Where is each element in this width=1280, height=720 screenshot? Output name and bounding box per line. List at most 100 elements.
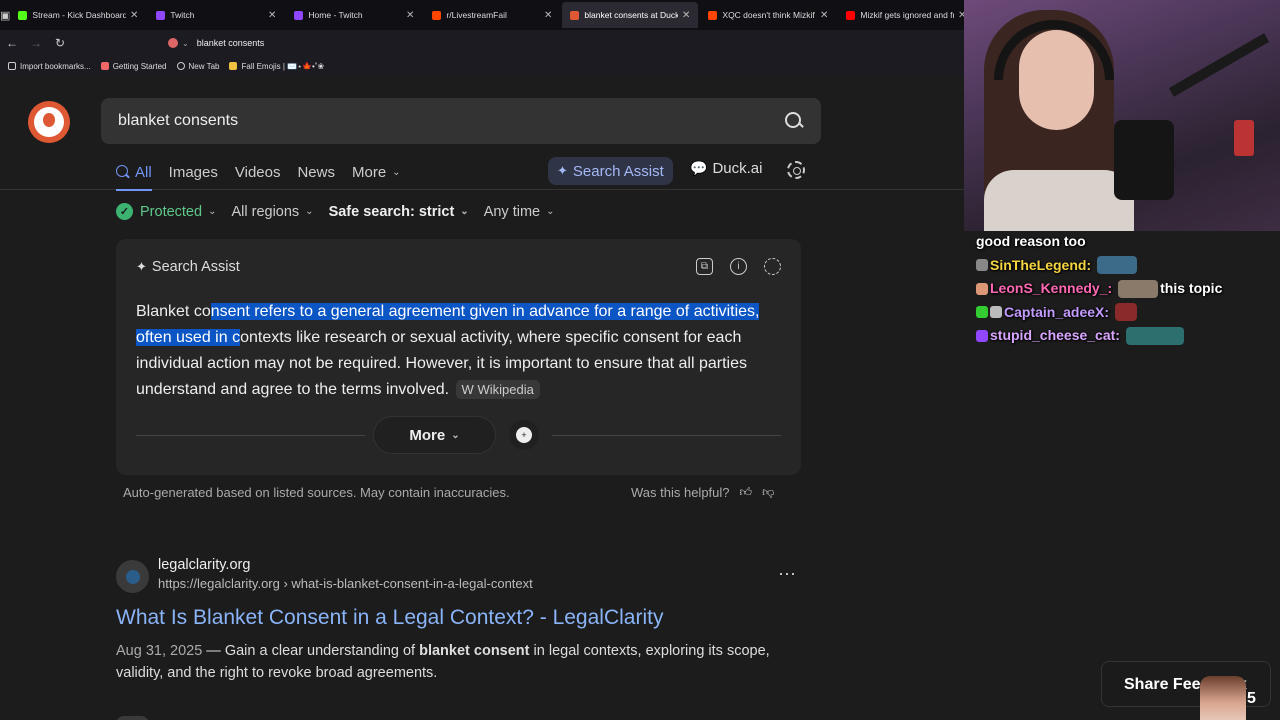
reload-icon[interactable]: ↻ — [48, 36, 72, 50]
search-box[interactable] — [101, 98, 821, 144]
snippet-bold: blanket consent — [419, 643, 530, 659]
chat-username: SinTheLegend: — [990, 256, 1092, 273]
tab-label: Images — [168, 163, 218, 181]
search-assist-label: Search Assist — [572, 162, 664, 180]
next-result-favicon-icon — [116, 716, 149, 720]
tab-videos[interactable]: Videos — [235, 160, 281, 184]
screen: ▣ Stream - Kick Dashboard ✕ Twitch ✕ Home - … — [0, 0, 1280, 720]
close-icon[interactable]: ✕ — [406, 10, 414, 21]
tab-images[interactable]: Images — [169, 160, 218, 184]
duckai-button[interactable]: 💬 Duck.ai — [690, 160, 762, 177]
duckduckgo-logo-icon[interactable] — [28, 101, 70, 143]
bookmark-import[interactable]: Import bookmarks... — [8, 62, 91, 71]
divider — [136, 435, 365, 436]
emote-icon — [1125, 326, 1184, 345]
assist-heading: ✦ Search Assist — [136, 259, 240, 275]
mic-arm — [1168, 33, 1270, 97]
result-title-link[interactable]: What Is Blanket Consent in a Legal Conte… — [116, 606, 663, 630]
region-filter[interactable]: All regions ⌄ — [231, 204, 313, 220]
tab-label: News — [297, 163, 335, 181]
assist-title: Search Assist — [151, 259, 240, 275]
search-icon[interactable] — [784, 111, 804, 131]
safe-search-filter[interactable]: Safe search: strict ⌄ — [329, 204, 469, 220]
tab-news[interactable]: News — [297, 160, 335, 184]
browser-tab[interactable]: Mizkif gets ignored and fre ✕ — [838, 2, 974, 28]
chat-message: stupid_cheese_cat: — [976, 324, 1276, 348]
chat-message: good reason too — [976, 230, 1276, 254]
result-url[interactable]: https://legalclarity.org › what-is-blank… — [158, 576, 533, 591]
result-snippet: Aug 31, 2025 — Gain a clear understandin… — [116, 643, 770, 681]
assist-chat-button[interactable]: + — [509, 420, 539, 450]
bookmark-new-tab[interactable]: New Tab — [176, 62, 219, 71]
browser-tab[interactable]: r/LivestreamFail ✕ — [424, 2, 560, 28]
microphone-icon — [1114, 120, 1174, 200]
site-favicon-icon — [116, 560, 149, 593]
close-icon[interactable]: ✕ — [268, 10, 276, 21]
assist-more-button[interactable]: More ⌄ — [373, 416, 496, 454]
background-cans — [1234, 120, 1254, 156]
close-icon[interactable]: ✕ — [820, 10, 828, 21]
address-text[interactable]: blanket consents — [197, 38, 265, 48]
site-identity-icon[interactable] — [168, 38, 178, 48]
chevron-down-icon: ⌄ — [460, 206, 469, 217]
close-icon[interactable]: ✕ — [544, 10, 552, 21]
settings-gear-icon[interactable] — [787, 161, 805, 179]
browser-tab[interactable]: Stream - Kick Dashboard ✕ — [10, 2, 146, 28]
search-header: All Images Videos News More ⌄ ✦ Search Ass… — [0, 76, 964, 191]
tab-title: XQC doesn't think Mizkif is — [722, 10, 817, 20]
back-arrow-icon[interactable]: ← — [0, 36, 24, 50]
close-icon[interactable]: ✕ — [130, 10, 138, 21]
assist-settings-icon[interactable] — [764, 258, 781, 275]
time-filter[interactable]: Any time ⌄ — [484, 204, 555, 220]
tab-title: blanket consents at DuckD — [584, 10, 679, 20]
thumbs-down-icon[interactable]: 👎︎ — [762, 485, 774, 500]
close-icon[interactable]: ✕ — [682, 10, 690, 21]
chevron-down-icon: ⌄ — [451, 429, 460, 441]
address-bar[interactable]: ⌄ blanket consents — [162, 33, 270, 53]
webcam-overlay — [964, 0, 1280, 231]
copy-icon[interactable]: ⧉ — [696, 258, 713, 275]
chevron-down-icon[interactable]: ⌄ — [182, 39, 189, 48]
forward-arrow-icon[interactable]: → — [24, 36, 48, 50]
tab-all[interactable]: All — [116, 160, 152, 191]
bookmark-fall-emojis[interactable]: Fall Emojis | ✉️⋆🍁•˚❀ — [229, 62, 324, 71]
search-input[interactable] — [118, 112, 784, 130]
bookmarks-bar: Import bookmarks... Getting Started New … — [0, 56, 964, 76]
more-options-icon[interactable]: ⋯ — [778, 564, 797, 585]
thumbs-up-icon[interactable]: 👍︎ — [740, 485, 753, 500]
browser-tab[interactable]: Twitch ✕ — [148, 2, 284, 28]
browser-tab[interactable]: blanket consents at DuckD ✕ — [562, 2, 699, 28]
info-icon[interactable]: i — [730, 258, 747, 275]
sparkle-icon: ✦ — [557, 163, 568, 178]
search-assist-button[interactable]: ✦ Search Assist — [548, 157, 673, 185]
result-date: Aug 31, 2025 — [116, 643, 203, 659]
protection-filter[interactable]: ✓ Protected ⌄ — [116, 203, 216, 220]
chat-username: stupid_cheese_cat: — [990, 327, 1120, 343]
bookmark-label: Getting Started — [112, 61, 167, 71]
filter-label: Safe search: strict — [328, 203, 455, 220]
chevron-down-icon: ⌄ — [392, 166, 401, 178]
source-label: Wikipedia — [477, 382, 534, 397]
tab-title: Mizkif gets ignored and fre — [860, 10, 955, 20]
browser-tab[interactable]: XQC doesn't think Mizkif is ✕ — [700, 2, 836, 28]
source-chip[interactable]: W Wikipedia — [455, 380, 540, 399]
stream-chat: good reason too SinTheLegend: LeonS_Kenn… — [976, 230, 1276, 348]
result-site-name[interactable]: legalclarity.org — [158, 557, 250, 573]
tab-list-icon[interactable]: ▣ — [0, 0, 10, 30]
bookmark-label: Fall Emojis | ✉️⋆🍁•˚❀ — [241, 61, 325, 71]
filter-bar: ✓ Protected ⌄ All regions ⌄ Safe search: st… — [116, 203, 570, 220]
duckai-label: Duck.ai — [712, 160, 763, 177]
user-badge-icon — [976, 329, 988, 342]
avatar — [1200, 676, 1246, 720]
bookmark-getting-started[interactable]: Getting Started — [100, 61, 167, 71]
emote-icon — [1118, 279, 1159, 298]
tab-more[interactable]: More ⌄ — [352, 160, 401, 184]
browser-tab[interactable]: Home - Twitch ✕ — [286, 2, 422, 28]
search-assist-card: ✦ Search Assist ⧉ i Blanket consent refer… — [116, 239, 801, 475]
filter-label: Protected — [140, 203, 203, 220]
check-icon: ✓ — [116, 203, 133, 220]
chevron-down-icon: ⌄ — [305, 206, 314, 217]
chevron-down-icon: ⌄ — [208, 206, 217, 217]
tab-strip: Stream - Kick Dashboard ✕ Twitch ✕ Home - Tw… — [10, 2, 976, 28]
tab-label: All — [135, 163, 152, 181]
